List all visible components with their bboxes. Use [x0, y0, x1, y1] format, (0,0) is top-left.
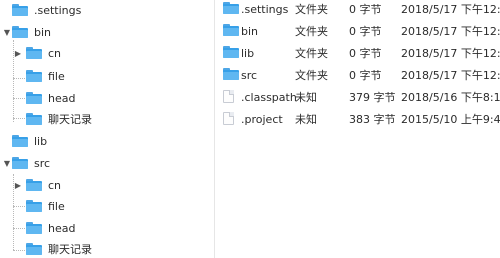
tree-item-label: .settings — [34, 3, 82, 17]
file-row[interactable]: .settings 文件夹 0 字节 2018/5/17 下午12:33 — [215, 0, 500, 20]
file-icon — [223, 112, 234, 125]
folder-icon — [26, 92, 42, 104]
tree-item-settings[interactable]: .settings — [12, 0, 81, 20]
expand-down-icon[interactable]: ▼ — [3, 28, 11, 37]
tree-item-label: file — [48, 199, 65, 213]
tree-item-bin[interactable]: bin — [12, 22, 51, 42]
file-type: 文件夹 — [295, 69, 328, 82]
file-date: 2015/5/10 上午9:48 — [401, 113, 500, 126]
tree-guide — [13, 250, 25, 251]
file-size: 0 字节 — [349, 3, 382, 16]
tree-item-src-head[interactable]: head — [26, 218, 75, 238]
file-row[interactable]: bin 文件夹 0 字节 2018/5/17 下午12:34 — [215, 20, 500, 42]
folder-icon — [26, 222, 42, 234]
chevron-right-icon[interactable]: ▶ — [14, 181, 22, 190]
file-size: 0 字节 — [349, 47, 382, 60]
tree-item-label: cn — [48, 46, 62, 60]
tree-guide — [13, 98, 25, 99]
tree-item-label: head — [48, 221, 76, 235]
file-date: 2018/5/17 下午12:34 — [401, 25, 500, 38]
tree-item-bin-head[interactable]: head — [26, 88, 75, 108]
expand-down-icon[interactable]: ▼ — [3, 159, 11, 168]
tree-guide — [13, 118, 25, 119]
file-size: 379 字节 — [349, 91, 396, 104]
tree-item-label: src — [34, 156, 51, 170]
tree-item-lib[interactable]: lib — [12, 131, 47, 151]
tree-guide — [13, 78, 25, 79]
tree-item-bin-file[interactable]: file — [26, 66, 65, 86]
file-name: .project — [241, 112, 283, 126]
file-name: .classpath — [241, 90, 297, 104]
tree-item-label: lib — [34, 134, 48, 148]
tree-item-src[interactable]: src — [12, 153, 50, 173]
tree-item-label: 聊天记录 — [48, 243, 92, 256]
tree-item-bin-cn[interactable]: cn — [26, 43, 61, 63]
folder-icon — [223, 2, 239, 14]
folder-icon — [223, 68, 239, 80]
folder-icon — [12, 26, 28, 38]
tree-item-label: file — [48, 69, 65, 83]
folder-tree: .settings ▼ bin ▶ cn file head 聊天记录 lib … — [0, 0, 214, 258]
file-row[interactable]: src 文件夹 0 字节 2018/5/17 下午12:34 — [215, 64, 500, 86]
tree-item-src-file[interactable]: file — [26, 196, 65, 216]
tree-item-src-cn[interactable]: cn — [26, 175, 61, 195]
file-icon — [223, 90, 234, 103]
folder-icon — [12, 157, 28, 169]
chevron-right-icon[interactable]: ▶ — [14, 49, 22, 58]
file-date: 2018/5/17 下午12:34 — [401, 47, 500, 60]
file-date: 2018/5/16 下午8:19 — [401, 91, 500, 104]
file-size: 0 字节 — [349, 69, 382, 82]
folder-icon — [223, 46, 239, 58]
file-type: 文件夹 — [295, 47, 328, 60]
tree-item-label: bin — [34, 25, 52, 39]
folder-icon — [26, 47, 42, 59]
folder-icon — [12, 135, 28, 147]
tree-item-src-chat[interactable]: 聊天记录 — [26, 239, 92, 258]
tree-guide — [13, 228, 25, 229]
folder-icon — [12, 4, 28, 16]
file-name: .settings — [241, 2, 289, 16]
folder-icon — [26, 200, 42, 212]
tree-item-label: head — [48, 91, 76, 105]
file-type: 文件夹 — [295, 25, 328, 38]
file-row[interactable]: lib 文件夹 0 字节 2018/5/17 下午12:34 — [215, 42, 500, 64]
file-row[interactable]: .classpath 未知 379 字节 2018/5/16 下午8:19 — [215, 86, 500, 108]
tree-item-label: cn — [48, 178, 62, 192]
folder-icon — [26, 113, 42, 125]
file-date: 2018/5/17 下午12:33 — [401, 3, 500, 16]
file-name: lib — [241, 46, 255, 60]
file-type: 文件夹 — [295, 3, 328, 16]
file-type: 未知 — [295, 91, 317, 104]
folder-icon — [26, 179, 42, 191]
file-size: 383 字节 — [349, 113, 396, 126]
file-type: 未知 — [295, 113, 317, 126]
tree-item-label: 聊天记录 — [48, 113, 92, 126]
file-row[interactable]: .project 未知 383 字节 2015/5/10 上午9:48 — [215, 108, 500, 130]
folder-icon — [26, 70, 42, 82]
file-date: 2018/5/17 下午12:34 — [401, 69, 500, 82]
tree-item-bin-chat[interactable]: 聊天记录 — [26, 109, 92, 129]
folder-icon — [223, 24, 239, 36]
file-name: bin — [241, 24, 259, 38]
file-size: 0 字节 — [349, 25, 382, 38]
tree-guide — [13, 206, 25, 207]
file-list: .settings 文件夹 0 字节 2018/5/17 下午12:33 bin… — [215, 0, 500, 258]
file-name: src — [241, 68, 258, 82]
folder-icon — [26, 243, 42, 255]
